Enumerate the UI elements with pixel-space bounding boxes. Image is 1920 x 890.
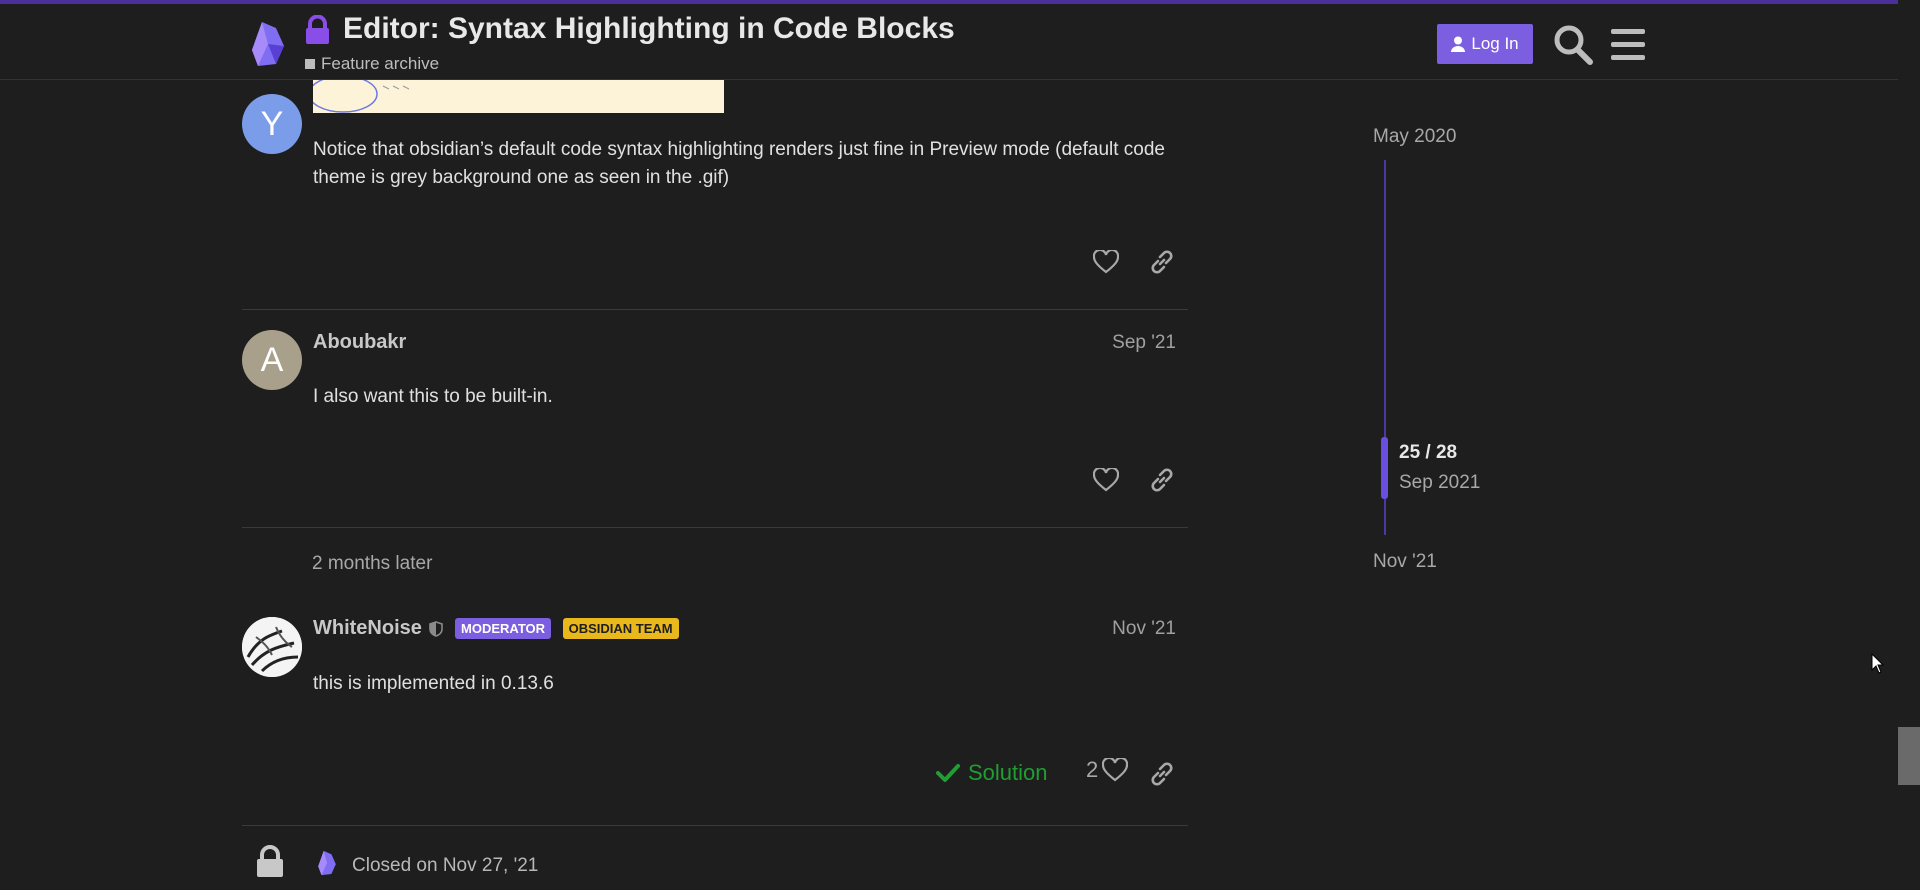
post-username[interactable]: WhiteNoise <box>313 617 422 639</box>
category-color-square <box>305 59 315 69</box>
timeline-start-date[interactable]: May 2020 <box>1373 126 1456 148</box>
obsidian-small-logo-icon <box>318 850 336 876</box>
post-item: Y Notice that obsidian’s default code sy… <box>242 80 1188 310</box>
like-count: 2 <box>1086 757 1099 782</box>
login-button[interactable]: Log In <box>1437 24 1533 64</box>
like-button[interactable] <box>1088 462 1124 498</box>
post-item: WhiteNoise MODERATOR OBSIDIAN TEAM Nov '… <box>242 615 1188 825</box>
post-body: this is implemented in 0.13.6 <box>313 673 554 694</box>
avatar-letter: A <box>260 340 284 379</box>
image-sketch-decoration <box>313 80 410 113</box>
post-divider <box>242 527 1188 528</box>
link-icon <box>1151 762 1173 786</box>
category-label: Feature archive <box>321 54 440 73</box>
obsidian-logo-icon[interactable] <box>248 20 288 68</box>
site-header: Editor: Syntax Highlighting in Code Bloc… <box>0 4 1898 80</box>
post-date[interactable]: Nov '21 <box>1112 618 1176 640</box>
login-label: Log In <box>1471 34 1519 53</box>
solution-label: Solution <box>968 760 1048 785</box>
hamburger-menu-icon[interactable] <box>1609 26 1649 64</box>
share-link-button[interactable] <box>1144 244 1180 280</box>
post-item: A Aboubakr Sep '21 I also want this to b… <box>242 325 1188 525</box>
lock-icon <box>306 15 329 44</box>
timeline-position: 25 / 28 <box>1399 442 1458 463</box>
solution-button[interactable]: Solution <box>936 760 1048 786</box>
checkmark-icon <box>936 764 960 782</box>
closed-notice: Closed on Nov 27, '21 <box>352 855 539 876</box>
mouse-cursor-icon <box>1871 653 1885 674</box>
avatar[interactable]: A <box>242 330 302 390</box>
heart-icon <box>1093 250 1119 274</box>
timeline-handle[interactable] <box>1381 437 1388 499</box>
shield-icon <box>429 620 444 637</box>
like-count-button[interactable]: 2 <box>1086 757 1129 783</box>
share-link-button[interactable] <box>1144 462 1180 498</box>
moderator-badge[interactable]: MODERATOR <box>455 618 552 640</box>
timeline-current-date: Sep 2021 <box>1399 472 1481 493</box>
team-badge[interactable]: OBSIDIAN TEAM <box>562 618 679 640</box>
timeline-end-date[interactable]: Nov '21 <box>1373 551 1437 573</box>
post-username-row: WhiteNoise MODERATOR OBSIDIAN TEAM <box>313 617 679 640</box>
like-button[interactable] <box>1088 244 1124 280</box>
post-divider <box>242 309 1188 310</box>
avatar-image <box>242 617 302 677</box>
scrollbar-thumb[interactable] <box>1898 727 1920 785</box>
avatar[interactable] <box>242 617 302 677</box>
search-icon[interactable] <box>1553 24 1593 66</box>
category-badge[interactable]: Feature archive <box>305 54 439 74</box>
avatar[interactable]: Y <box>242 94 302 154</box>
post-body: Notice that obsidian’s default code synt… <box>313 139 1165 188</box>
heart-icon <box>1093 468 1119 492</box>
share-link-button[interactable] <box>1144 756 1180 792</box>
post-username[interactable]: Aboubakr <box>313 331 406 354</box>
embedded-image-preview[interactable] <box>313 80 724 113</box>
time-gap-label: 2 months later <box>312 553 433 574</box>
page-title[interactable]: Editor: Syntax Highlighting in Code Bloc… <box>343 12 955 46</box>
post-date[interactable]: Sep '21 <box>1112 332 1176 354</box>
link-icon <box>1151 468 1173 492</box>
post-divider <box>242 825 1188 826</box>
avatar-letter: Y <box>260 104 284 143</box>
heart-icon <box>1102 758 1129 782</box>
user-icon <box>1451 36 1466 52</box>
lock-icon <box>257 845 283 877</box>
post-body: I also want this to be built-in. <box>313 386 553 407</box>
link-icon <box>1151 250 1173 274</box>
